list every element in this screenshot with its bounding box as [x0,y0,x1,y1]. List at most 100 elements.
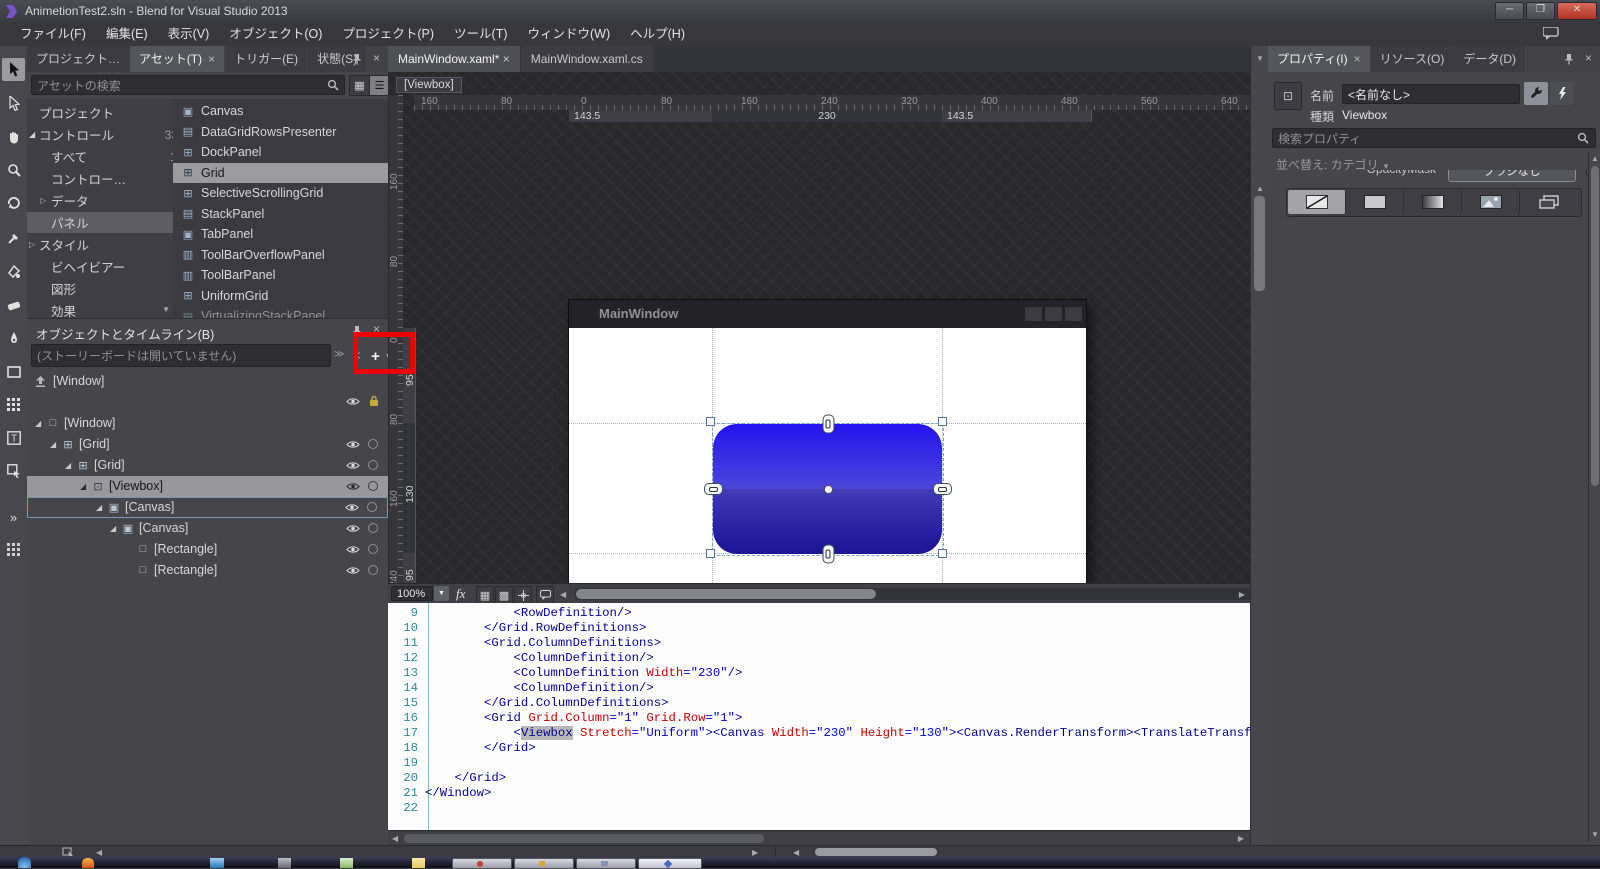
asset-item[interactable]: ▥ ToolBarOverflowPanel [173,245,375,266]
tab-mainwindow-xaml[interactable]: MainWindow.xaml* × [388,46,520,72]
assets-grid-button[interactable] [2,538,25,561]
image-brush-icon[interactable] [1462,190,1520,214]
property-search-input[interactable]: 検索プロパティ [1272,128,1596,148]
camera-orbit-tool[interactable] [2,191,25,214]
asset-shape-tool[interactable] [2,459,25,482]
eraser-tool[interactable] [2,293,25,316]
scroll-right-icon[interactable]: ▶ [1238,834,1244,844]
close-button[interactable]: ✕ [1557,2,1597,20]
tree-item-rectangle2[interactable]: □ [Rectangle] [27,560,388,581]
taskbar-app-icon[interactable] [412,858,425,868]
menu-item-project[interactable]: プロジェクト(P) [332,22,444,46]
selection-handle-top-right[interactable] [938,417,947,426]
lock-slot-icon[interactable] [368,544,378,555]
events-lightning-button[interactable] [1550,82,1574,105]
rectangle-tool[interactable] [2,360,25,383]
lock-slot-icon[interactable] [368,460,378,471]
anchor-bottom-icon[interactable] [822,544,835,564]
xaml-editor[interactable]: 9 <RowDefinition/> 10 </Grid.RowDefiniti… [388,603,1250,830]
tree-item-grid2[interactable]: ◢ ⊞ [Grid] [27,455,388,476]
collapse-icon[interactable]: ▼ [1256,54,1264,64]
taskbar-window-button-active[interactable] [638,858,702,869]
grid-view-button[interactable]: ▦ [349,75,370,96]
storyboard-expand-icon[interactable]: ≫ [334,349,344,360]
selection-handle-top-left[interactable] [706,417,715,426]
asset-item[interactable]: ⊞ UniformGrid [173,286,375,307]
eye-icon[interactable] [346,482,360,491]
panel-close-icon[interactable]: × [373,51,380,65]
category-styles[interactable]: ▷ スタイル [27,234,173,255]
asset-item[interactable]: ▤ DataGridRowsPresenter [173,122,375,143]
taskbar-window-button[interactable] [452,858,512,869]
storyboard-picker[interactable]: (ストーリーボードは開いていません) [31,344,331,367]
eyedropper-tool[interactable] [2,227,25,250]
more-tools-chevron[interactable]: » [2,506,25,529]
anchor-left-icon[interactable] [704,483,723,495]
fx-effects-button[interactable]: fx [456,586,465,602]
menu-item-file[interactable]: ファイル(F) [10,22,96,46]
tree-item-canvas1[interactable]: ◢ ▣ [Canvas] [27,497,388,518]
minimize-button[interactable]: ─ [1495,2,1524,20]
brush-none-button[interactable]: ブラシなし [1448,170,1576,182]
pen-tool[interactable] [2,327,25,350]
asset-search-input[interactable]: アセットの検索 [31,75,345,95]
eye-icon[interactable] [345,503,359,512]
tree-item-viewbox-selected[interactable]: ◢ ⊡ [Viewbox] [27,476,388,497]
category-control[interactable]: コントロー…3 [27,168,173,189]
asset-item[interactable]: ▤ VirtualizingStackPanel [173,306,375,318]
tree-item-window[interactable]: ◢ □ [Window] [27,413,388,434]
category-panels[interactable]: パネル12 [27,212,173,233]
tab-mainwindow-xaml-cs[interactable]: MainWindow.xaml.cs [520,46,653,72]
asset-item[interactable]: ▥ ToolBarPanel [173,265,375,286]
zoom-dropdown-icon[interactable]: ▼ [434,586,449,601]
zoom-level-select[interactable]: 100% [391,586,433,601]
menu-item-object[interactable]: オブジェクト(O) [219,22,332,46]
list-view-button[interactable]: ☰ [369,75,390,96]
asset-item[interactable]: ▣ TabPanel [173,224,375,245]
selection-handle-bottom-left[interactable] [706,549,715,558]
design-window[interactable]: MainWindow [569,300,1086,583]
design-client-area[interactable] [569,328,1086,583]
panel-close-icon[interactable]: × [1585,51,1592,65]
category-data[interactable]: ▷データ1 [27,190,173,211]
tree-item-rectangle1[interactable]: □ [Rectangle] [27,539,388,560]
grid-column-measure[interactable]: 143.5 [942,110,1092,122]
pan-tool[interactable] [2,125,25,148]
taskbar-app-icon[interactable] [82,858,94,868]
eye-icon[interactable] [346,524,360,533]
scroll-left-icon[interactable]: ◀ [392,834,398,844]
paint-bucket-tool[interactable] [2,260,25,283]
lock-slot-icon[interactable] [367,502,377,513]
grid-column-measure[interactable]: 230 [712,110,943,122]
scroll-up-icon[interactable]: ▲ [1256,184,1264,194]
eye-icon[interactable] [346,545,360,554]
pin-icon[interactable] [352,53,362,65]
tab-close-icon[interactable]: × [208,52,215,66]
selection-center-dot[interactable] [824,485,833,494]
anchor-right-icon[interactable] [933,483,952,495]
annotations-button[interactable] [536,586,554,604]
float-window-icon[interactable] [62,847,74,857]
tab-data[interactable]: データ(D) [1454,46,1526,72]
selection-handle-bottom-right[interactable] [938,549,947,558]
properties-scrollbar[interactable]: ▲ ▼ [1588,152,1600,842]
tree-item-grid1[interactable]: ◢ ⊞ [Grid] [27,434,388,455]
eye-icon[interactable] [346,440,360,449]
asset-item-selected[interactable]: ⊞ Grid [173,162,388,183]
element-name-input[interactable]: <名前なし> [1342,84,1520,104]
scroll-down-icon[interactable]: ▼ [1591,830,1599,840]
direct-selection-tool[interactable] [2,92,25,115]
editor-bottom-scrollbar[interactable]: ◀ ▶ [388,830,1250,846]
tab-projects[interactable]: プロジェクト… [27,46,130,72]
feedback-icon[interactable] [1543,27,1559,40]
menu-item-view[interactable]: 表示(V) [158,22,220,46]
eye-icon[interactable] [346,566,360,575]
scope-row[interactable]: [Window] [35,374,104,388]
lock-slot-icon[interactable] [368,523,378,534]
category-project[interactable]: プロジェクト [27,102,173,123]
no-brush-icon[interactable] [1288,190,1346,214]
grid-column-measure[interactable]: 143.5 [569,110,718,122]
scroll-left-icon[interactable]: ◀ [560,590,566,600]
pin-icon[interactable] [1564,53,1574,65]
scroll-right-icon[interactable]: ▶ [1239,590,1245,600]
